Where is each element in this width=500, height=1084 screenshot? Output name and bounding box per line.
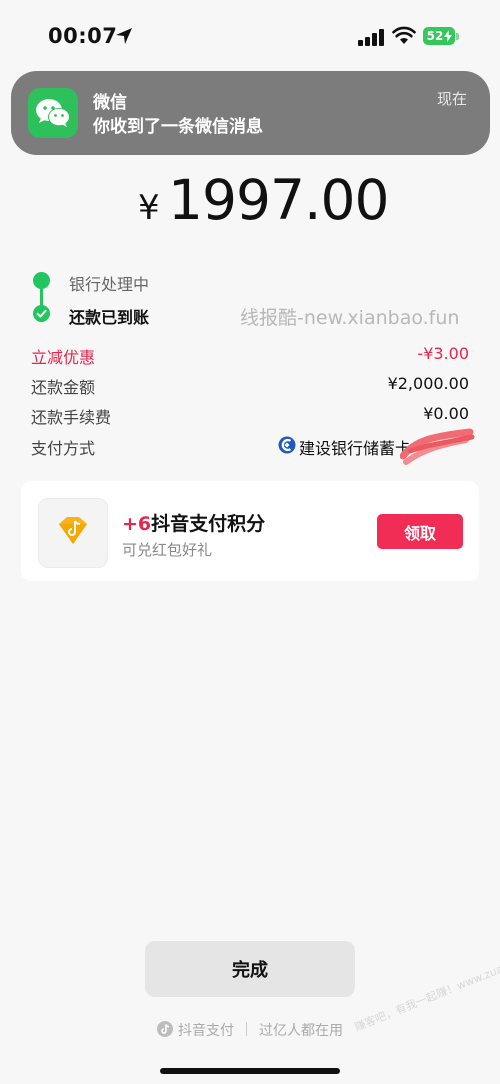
location-arrow-icon <box>116 28 132 44</box>
payment-method-label: 支付方式 <box>31 439 96 458</box>
progress-dot <box>33 272 50 289</box>
points-card: +6抖音支付积分 可兑红包好礼 领取 <box>21 481 479 581</box>
claim-button[interactable]: 领取 <box>377 514 463 549</box>
wechat-app-icon <box>28 88 78 138</box>
status-time: 00:07 <box>48 24 118 48</box>
footer-brand: 抖音支付 <box>178 1023 234 1039</box>
payment-method-value: 建设银行储蓄卡 <box>299 439 412 458</box>
cellular-signal-icon <box>358 28 384 46</box>
redaction-scribble <box>400 428 475 465</box>
notification-message: 你收到了一条微信消息 <box>93 117 263 137</box>
discount-value: -¥3.00 <box>417 344 469 363</box>
progress-check-icon <box>33 305 50 322</box>
corner-watermark: 赚客吧，有我一起赚！www.zuanke8.com <box>352 942 500 1034</box>
done-button[interactable]: 完成 <box>145 941 355 997</box>
ccb-bank-icon <box>278 436 296 454</box>
watermark: 线报酷-new.xianbao.fun <box>240 307 460 329</box>
points-description: 可兑红包好礼 <box>122 541 213 559</box>
douyin-logo-icon <box>157 1021 173 1037</box>
points-title-text: 抖音支付积分 <box>151 513 266 535</box>
fee-label: 还款手续费 <box>31 408 112 427</box>
home-indicator[interactable] <box>160 1068 340 1074</box>
amount-value: 1997.00 <box>168 168 389 232</box>
fee-value: ¥0.00 <box>423 404 469 423</box>
discount-label: 立减优惠 <box>31 348 96 367</box>
footer-slogan: 过亿人都在用 <box>259 1023 343 1039</box>
points-title: +6抖音支付积分 <box>122 509 265 536</box>
progress-step-processing: 银行处理中 <box>69 275 150 294</box>
douyin-points-icon <box>38 498 108 568</box>
wifi-icon <box>392 26 416 44</box>
amount-currency: ¥ <box>138 188 160 228</box>
points-amount: +6 <box>122 513 152 535</box>
progress-step-arrived: 还款已到账 <box>69 308 150 327</box>
notification-app-name: 微信 <box>93 93 127 113</box>
wechat-notification[interactable]: 微信 你收到了一条微信消息 现在 <box>11 71 490 155</box>
charging-bolt-icon <box>444 30 452 42</box>
status-bar: 00:07 52 <box>0 0 500 70</box>
footer-divider <box>246 1022 247 1036</box>
notification-time: 现在 <box>436 90 467 108</box>
battery-cap <box>456 33 459 40</box>
repay-amount-value: ¥2,000.00 <box>387 374 469 393</box>
repay-amount-label: 还款金额 <box>31 378 96 397</box>
battery-icon: 52 <box>423 27 455 45</box>
